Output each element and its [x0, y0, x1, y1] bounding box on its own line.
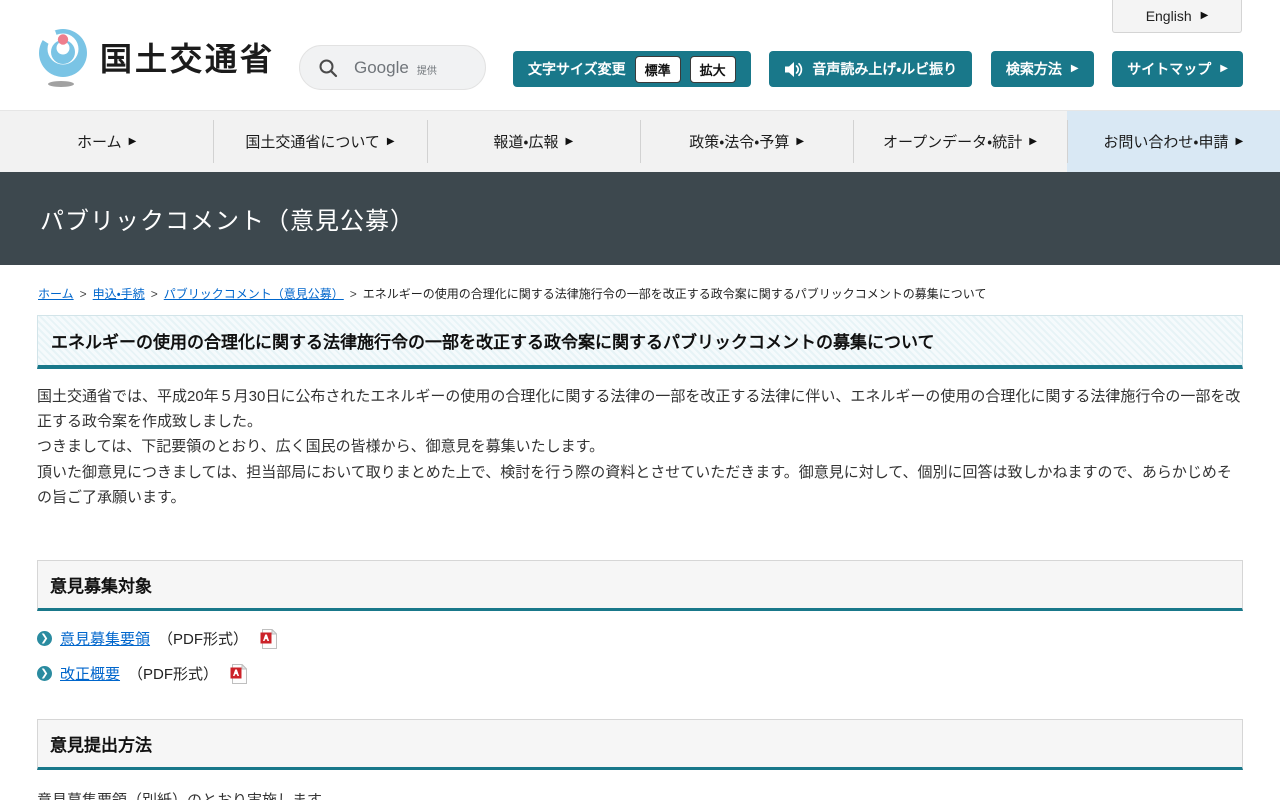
search-icon	[319, 59, 338, 77]
site-header: 国土交通省 Google 提供 English ▶ 文字サイズ変更 標準 拡大 …	[0, 0, 1280, 110]
section-heading-target: 意見募集対象	[37, 559, 1243, 611]
font-size-standard-button[interactable]: 標準	[634, 55, 681, 83]
list-item: ❯ 改正概要 （PDF形式）	[37, 663, 1243, 685]
nav-item-opendata[interactable]: オープンデータ・統計 ▶	[853, 111, 1066, 172]
chevron-glyph: ❯	[40, 632, 49, 644]
nav-item-label: 国土交通省について	[245, 134, 380, 151]
page-title: パブリックコメント（意見公募）	[40, 208, 415, 235]
font-size-label: 文字サイズ変更	[528, 61, 626, 77]
method-line: 意見募集要領（別紙）のとおり実施します。	[37, 788, 1243, 800]
pdf-icon[interactable]	[230, 663, 248, 684]
breadcrumb-separator: >	[349, 286, 357, 301]
search-engine-label: Google	[354, 57, 409, 77]
global-nav: ホーム ▶ 国土交通省について ▶ 報道・広報 ▶ 政策・法令・予算 ▶ オープ…	[0, 110, 1280, 172]
page-title-band: パブリックコメント（意見公募）	[0, 172, 1280, 265]
site-logo[interactable]: 国土交通省	[38, 26, 275, 88]
search-input[interactable]: Google 提供	[299, 45, 486, 90]
english-button[interactable]: English ▶	[1112, 0, 1242, 33]
nav-item-label: オープンデータ・統計	[883, 134, 1023, 151]
list-item: ❯ 意見募集要領 （PDF形式）	[37, 628, 1243, 650]
nav-item-label: 報道・広報	[493, 134, 559, 151]
arrow-right-icon: ▶	[796, 135, 805, 147]
tts-button[interactable]: 音声読み上げ・ルビ振り	[769, 51, 973, 87]
nav-item-label: ホーム	[77, 134, 122, 151]
section-heading-method: 意見提出方法	[37, 718, 1243, 770]
arrow-right-icon: ▶	[1220, 63, 1228, 74]
font-size-control: 文字サイズ変更 標準 拡大	[513, 51, 751, 87]
sitemap-button-label: サイトマップ	[1127, 61, 1212, 77]
nav-item-about[interactable]: 国土交通省について ▶	[213, 111, 426, 172]
nav-item-label: お問い合わせ・申請	[1103, 134, 1229, 151]
logo-text: 国土交通省	[100, 41, 276, 77]
nav-item-policy[interactable]: 政策・法令・予算 ▶	[639, 111, 853, 172]
pdf-link-kaisei-gaiyo[interactable]: 改正概要	[60, 663, 120, 684]
breadcrumb-link-applications[interactable]: 申込・手続	[93, 285, 145, 302]
nav-item-home[interactable]: ホーム ▶	[0, 111, 213, 172]
chevron-glyph: ❯	[40, 667, 49, 679]
method-text: 意見募集要領（別紙）のとおり実施します。 募集期間は、平成20年11月1日（土）…	[37, 788, 1243, 800]
search-method-label: 検索方法	[1005, 61, 1062, 77]
arrow-right-icon: ▶	[1070, 63, 1079, 74]
tts-button-label: 音声読み上げ・ルビ振り	[812, 61, 958, 77]
breadcrumb-current: エネルギーの使用の合理化に関する法律施行令の一部を改正する政令案に関するパブリッ…	[362, 287, 987, 301]
header-button-row: 文字サイズ変更 標準 拡大 音声読み上げ・ルビ振り 検索方法 ▶ サイトマップ …	[513, 51, 1243, 87]
intro-paragraph: 国土交通省では、平成20年５月30日に公布されたエネルギーの使用の合理化に関する…	[37, 388, 1241, 431]
breadcrumb-link-public-comment[interactable]: パブリックコメント（意見公募）	[164, 285, 344, 302]
pdf-format-label: （PDF形式）	[158, 631, 249, 649]
pdf-format-label: （PDF形式）	[128, 666, 219, 684]
arrow-right-icon: ▶	[1029, 135, 1037, 147]
english-button-label: English	[1145, 8, 1192, 24]
arrow-right-icon: ▶	[565, 135, 574, 147]
arrow-right-icon: ▶	[1200, 10, 1209, 21]
nav-item-label: 政策・法令・予算	[689, 134, 790, 151]
arrow-right-icon: ▶	[1235, 135, 1244, 147]
intro-paragraph: 頂いた御意見につきましては、担当部局において取りまとめた上で、検討を行う際の資料…	[37, 463, 1232, 506]
main-content: エネルギーの使用の合理化に関する法律施行令の一部を改正する政令案に関するパブリッ…	[37, 315, 1243, 800]
breadcrumb: ホーム > 申込・手続 > パブリックコメント（意見公募） > エネルギーの使用…	[38, 285, 1242, 302]
speaker-icon	[785, 61, 803, 77]
sitemap-button[interactable]: サイトマップ ▶	[1112, 51, 1243, 87]
pdf-icon[interactable]	[260, 628, 278, 649]
breadcrumb-separator: >	[150, 286, 158, 301]
search-method-button[interactable]: 検索方法 ▶	[990, 51, 1094, 87]
nav-item-press[interactable]: 報道・広報 ▶	[426, 111, 640, 172]
intro-paragraph: つきましては、下記要領のとおり、広く国民の皆様から、御意見を募集いたします。	[37, 438, 605, 456]
font-size-large-button[interactable]: 拡大	[689, 55, 736, 83]
intro-text: 国土交通省では、平成20年５月30日に公布されたエネルギーの使用の合理化に関する…	[37, 384, 1243, 510]
arrow-right-icon: ▶	[386, 135, 395, 147]
arrow-right-icon: ▶	[128, 135, 137, 147]
chevron-bullet-icon: ❯	[37, 666, 52, 682]
nav-item-contact[interactable]: お問い合わせ・申請 ▶	[1066, 111, 1280, 172]
pdf-link-list: ❯ 意見募集要領 （PDF形式） ❯ 改正概要 （PDF形式）	[37, 628, 1243, 685]
document-title: エネルギーの使用の合理化に関する法律施行令の一部を改正する政令案に関するパブリッ…	[37, 315, 1243, 369]
breadcrumb-link-home[interactable]: ホーム	[38, 285, 74, 302]
breadcrumb-separator: >	[79, 286, 87, 301]
pdf-link-boshu-yoryo[interactable]: 意見募集要領	[60, 628, 150, 649]
mlit-logo-icon	[39, 29, 87, 87]
search-provided-label: 提供	[416, 65, 437, 77]
chevron-bullet-icon: ❯	[37, 631, 52, 647]
